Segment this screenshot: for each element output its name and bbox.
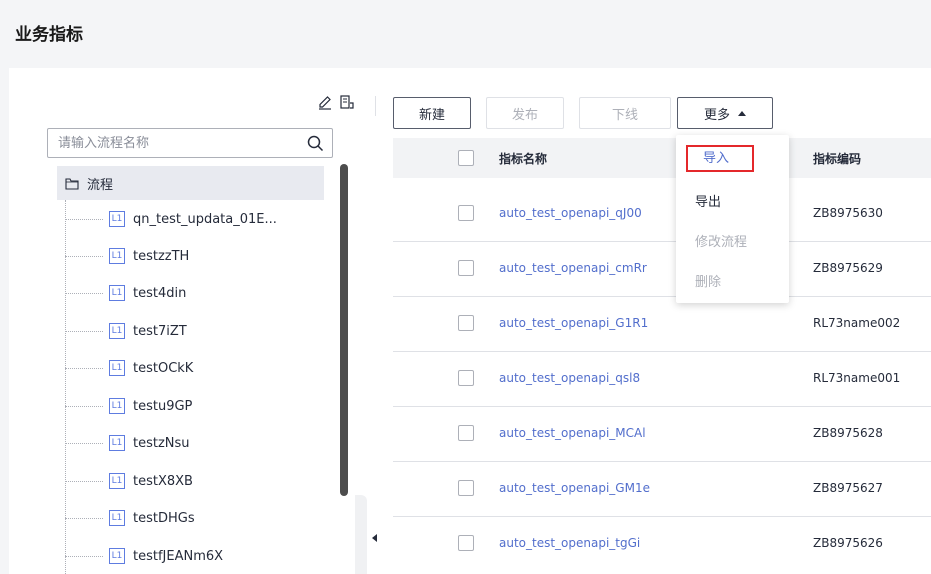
tree-root-node[interactable]: 流程 — [57, 166, 324, 200]
tree-item[interactable]: L1 testzzTH — [65, 246, 189, 266]
tree-search-input[interactable] — [58, 134, 298, 152]
tree-item[interactable]: L1 testOCkK — [65, 358, 193, 378]
tree-item-label: test4din — [133, 285, 187, 301]
caret-up-icon — [738, 110, 746, 116]
level-badge: L1 — [109, 285, 125, 301]
tree-item-label: testX8XB — [133, 473, 193, 489]
more-dropdown-menu: 导入 导出 修改流程 删除 — [676, 135, 789, 303]
table-row: auto_test_openapi_MCAl ZB8975628 — [393, 407, 931, 462]
row-checkbox[interactable] — [458, 370, 474, 386]
indicator-name-link[interactable]: auto_test_openapi_MCAl — [499, 426, 646, 440]
indicator-code: ZB8975626 — [813, 536, 883, 550]
indicator-name-link[interactable]: auto_test_openapi_cmRr — [499, 261, 647, 275]
indicator-code: ZB8975629 — [813, 261, 883, 275]
tree-search-box[interactable] — [47, 128, 333, 158]
new-button[interactable]: 新建 — [393, 97, 471, 129]
tree-item-label: qn_test_updata_01E... — [133, 211, 277, 227]
row-checkbox[interactable] — [458, 480, 474, 496]
level-badge: L1 — [109, 473, 125, 489]
indicator-name-link[interactable]: auto_test_openapi_qJ00 — [499, 206, 642, 220]
indicator-code: ZB8975627 — [813, 481, 883, 495]
column-header-code: 指标编码 — [813, 152, 862, 166]
column-header-name: 指标名称 — [499, 152, 548, 166]
page-header: 业务指标 — [0, 0, 931, 68]
select-all-checkbox[interactable] — [458, 150, 474, 166]
tree-item[interactable]: L1 testDHGs — [65, 508, 195, 528]
tree-scrollbar[interactable] — [340, 164, 348, 496]
menu-item-modify-process[interactable]: 修改流程 — [695, 231, 747, 250]
level-badge: L1 — [109, 435, 125, 451]
menu-item-import[interactable]: 导入 — [686, 145, 754, 172]
tree-item-label: testOCkK — [133, 360, 194, 376]
page-title: 业务指标 — [15, 25, 83, 45]
indicator-code: RL73name002 — [813, 316, 901, 330]
tree-item-label: test7iZT — [133, 323, 187, 339]
search-icon[interactable] — [307, 135, 324, 152]
tree-item[interactable]: L1 testzNsu — [65, 433, 190, 453]
process-list-icon[interactable] — [339, 94, 355, 110]
indicator-code: ZB8975628 — [813, 426, 883, 440]
level-badge: L1 — [109, 398, 125, 414]
more-button[interactable]: 更多 — [677, 97, 773, 129]
tree-item[interactable]: L1 testfJEANm6X — [65, 546, 223, 566]
row-checkbox[interactable] — [458, 535, 474, 551]
indicator-code: RL73name001 — [813, 371, 901, 385]
panel-collapse-handle[interactable] — [355, 495, 367, 574]
menu-item-export[interactable]: 导出 — [695, 191, 721, 210]
level-badge: L1 — [109, 323, 125, 339]
more-button-label: 更多 — [703, 107, 730, 123]
tree-item[interactable]: L1 testX8XB — [65, 471, 193, 491]
level-badge: L1 — [109, 548, 125, 564]
folder-icon — [65, 177, 79, 190]
tree-item[interactable]: L1 qn_test_updata_01E... — [65, 209, 277, 229]
indicator-name-link[interactable]: auto_test_openapi_tgGi — [499, 536, 640, 550]
tree-tools — [317, 94, 355, 110]
process-tree: 流程 L1 qn_test_updata_01E... L1 testzzTH … — [53, 166, 343, 574]
table-header: 指标名称 指标编码 — [393, 138, 931, 178]
table-row: auto_test_openapi_qsl8 RL73name001 — [393, 352, 931, 407]
level-badge: L1 — [109, 248, 125, 264]
row-checkbox[interactable] — [458, 425, 474, 441]
indicator-code: ZB8975630 — [813, 206, 883, 220]
tree-item-label: testDHGs — [133, 510, 195, 526]
row-checkbox[interactable] — [458, 205, 474, 221]
tree-item[interactable]: L1 testu9GP — [65, 396, 192, 416]
offline-button[interactable]: 下线 — [579, 97, 671, 129]
publish-button[interactable]: 发布 — [486, 97, 564, 129]
tree-item[interactable]: L1 test7iZT — [65, 321, 187, 341]
row-checkbox[interactable] — [458, 315, 474, 331]
level-badge: L1 — [109, 360, 125, 376]
indicator-name-link[interactable]: auto_test_openapi_qsl8 — [499, 371, 640, 385]
table-row: auto_test_openapi_tgGi ZB8975626 — [393, 517, 931, 572]
main-card: 流程 L1 qn_test_updata_01E... L1 testzzTH … — [9, 68, 931, 574]
level-badge: L1 — [109, 211, 125, 227]
level-badge: L1 — [109, 510, 125, 526]
toolbar-divider — [375, 96, 376, 116]
tree-item-label: testzNsu — [133, 435, 190, 451]
menu-item-delete[interactable]: 删除 — [695, 271, 721, 290]
tree-item[interactable]: L1 test4din — [65, 283, 186, 303]
table-row: auto_test_openapi_G1R1 RL73name002 — [393, 297, 931, 352]
table-row: auto_test_openapi_cmRr ZB8975629 — [393, 242, 931, 297]
tree-item-label: testu9GP — [133, 398, 193, 414]
table-row: auto_test_openapi_GM1e ZB8975627 — [393, 462, 931, 517]
tree-item-label: testfJEANm6X — [133, 548, 224, 564]
edit-icon[interactable] — [317, 94, 333, 110]
collapse-left-icon[interactable] — [372, 534, 377, 542]
tree-item-label: testzzTH — [133, 248, 190, 264]
row-checkbox[interactable] — [458, 260, 474, 276]
table-row: auto_test_openapi_qJ00 ZB8975630 — [393, 187, 931, 242]
indicator-name-link[interactable]: auto_test_openapi_GM1e — [499, 481, 650, 495]
indicator-name-link[interactable]: auto_test_openapi_G1R1 — [499, 316, 648, 330]
tree-root-label: 流程 — [87, 177, 114, 193]
